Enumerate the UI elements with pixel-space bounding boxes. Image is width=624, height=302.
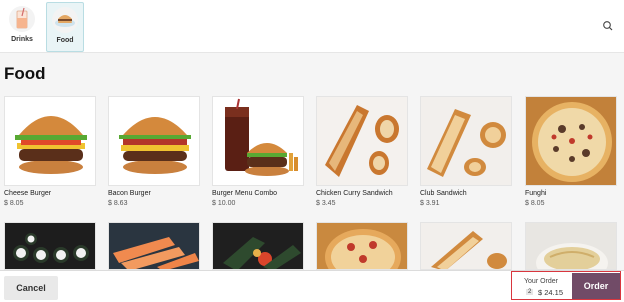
product-card-seaweed-rolls[interactable] — [212, 222, 304, 270]
product-image — [4, 96, 96, 186]
category-label: Food — [56, 37, 74, 44]
product-grid: Cheese Burger $ 8.05 Bacon Burger $ 8.63 — [0, 96, 624, 276]
product-image — [108, 222, 200, 270]
section-title: Food — [4, 64, 46, 83]
product-image — [420, 96, 512, 186]
product-image — [525, 222, 617, 270]
your-order-label: Your Order — [524, 278, 558, 285]
product-card-burger-menu-combo[interactable]: Burger Menu Combo $ 10.00 — [212, 96, 304, 207]
product-price: $ 3.91 — [420, 200, 440, 207]
product-image — [4, 222, 96, 270]
product-card-cheese-burger[interactable]: Cheese Burger $ 8.05 — [4, 96, 96, 207]
product-image — [108, 96, 200, 186]
product-name: Chicken Curry Sandwich — [316, 190, 393, 197]
product-card-bacon-burger[interactable]: Bacon Burger $ 8.63 — [108, 96, 200, 207]
product-image — [212, 96, 304, 186]
product-price: $ 8.63 — [108, 200, 128, 207]
product-image — [316, 96, 408, 186]
product-card-noodles[interactable] — [525, 222, 617, 270]
product-price: $ 3.45 — [316, 200, 336, 207]
product-price: $ 10.00 — [212, 200, 236, 207]
category-bar: Drinks Food — [0, 0, 624, 53]
product-card-sandwich[interactable] — [420, 222, 512, 270]
item-count-badge: 2 — [526, 289, 534, 295]
product-card-funghi[interactable]: Funghi $ 8.05 — [525, 96, 617, 207]
order-button[interactable]: Order — [572, 273, 620, 299]
product-card-sushi-rolls[interactable] — [4, 222, 96, 270]
product-card-chicken-curry-sandwich[interactable]: Chicken Curry Sandwich $ 3.45 — [316, 96, 408, 207]
category-label: Drinks — [11, 36, 33, 43]
product-price: $ 8.05 — [4, 200, 24, 207]
product-name: Club Sandwich — [420, 190, 467, 197]
product-card-pizza[interactable] — [316, 222, 408, 270]
product-card-club-sandwich[interactable]: Club Sandwich $ 3.91 — [420, 96, 512, 207]
order-total: $ 24.15 — [538, 288, 564, 297]
product-image — [212, 222, 304, 270]
product-image — [316, 222, 408, 270]
product-card-salmon-sushi[interactable] — [108, 222, 200, 270]
product-name: Cheese Burger — [4, 190, 52, 197]
product-image — [420, 222, 512, 270]
product-name: Bacon Burger — [108, 190, 151, 197]
product-price: $ 8.05 — [525, 200, 545, 207]
cancel-button[interactable]: Cancel — [4, 276, 58, 300]
category-food[interactable]: Food — [46, 2, 84, 52]
burger-icon — [52, 7, 78, 33]
drink-cup-icon — [9, 6, 35, 32]
product-name: Funghi — [525, 190, 547, 197]
product-name: Burger Menu Combo — [212, 190, 277, 197]
search-icon[interactable] — [600, 18, 616, 34]
category-drinks[interactable]: Drinks — [4, 2, 40, 50]
product-image — [525, 96, 617, 186]
